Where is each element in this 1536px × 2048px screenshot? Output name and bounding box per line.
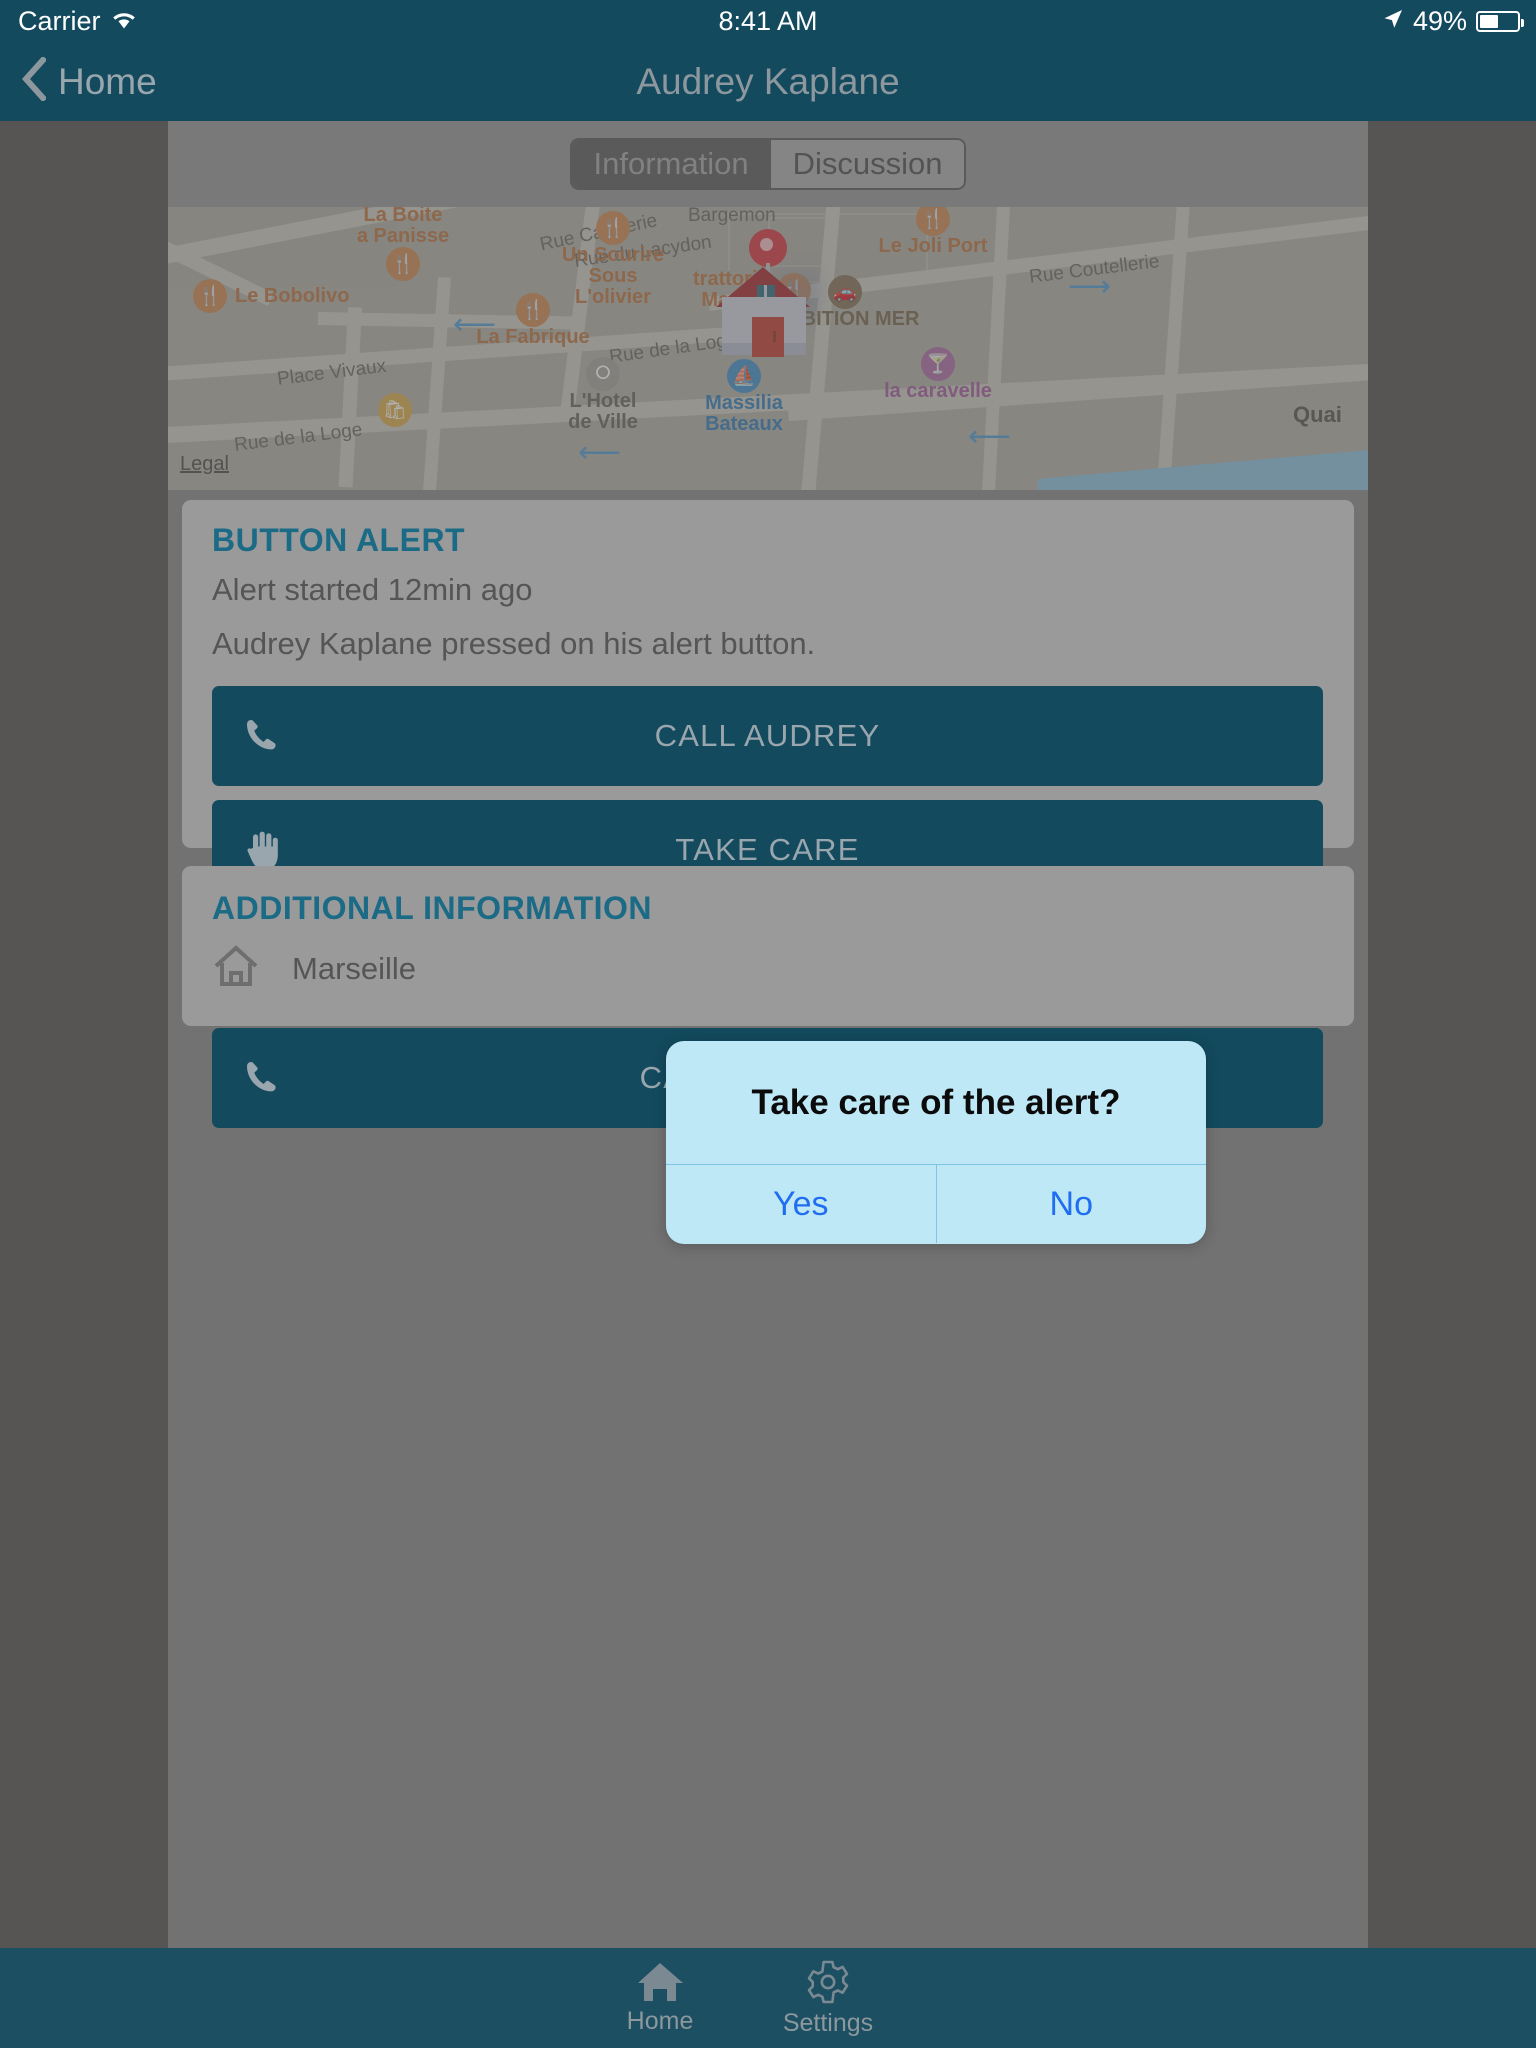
tab-settings[interactable]: Settings xyxy=(744,1948,912,2048)
tab-home[interactable]: Home xyxy=(576,1948,744,2048)
status-bar-right: 49% xyxy=(1382,5,1524,37)
segmented-control[interactable]: Information Discussion xyxy=(569,138,967,190)
dialog-yes-button[interactable]: Yes xyxy=(666,1165,936,1243)
map-poi-label: Massilia Bateaux xyxy=(705,392,783,435)
restaurant-icon: 🍴 xyxy=(916,207,950,236)
tab-settings-label: Settings xyxy=(782,2008,874,2037)
map-view[interactable]: Rue Caisserie Bargemon Rue du Lacydon Ru… xyxy=(168,207,1368,490)
tab-bar: Home Settings xyxy=(0,1948,1536,2048)
street-label: Quai xyxy=(1293,402,1342,427)
call-audrey-label: CALL AUDREY xyxy=(654,718,881,753)
car-icon: 🚗 xyxy=(828,275,862,309)
confirm-dialog: Take care of the alert? Yes No xyxy=(666,1041,1206,1244)
map-poi[interactable]: 🍴 Un Sourire Sous L'olivier xyxy=(538,211,688,308)
home-outline-icon xyxy=(212,944,260,993)
map-poi-label: L'Hotel de Ville xyxy=(568,390,638,433)
map-poi-label: Le Bobolivo xyxy=(235,284,350,307)
shop-icon: 🛍 xyxy=(378,393,412,427)
app-content-panel: Information Discussion Rue Caisserie Bar… xyxy=(168,121,1368,1948)
sailboat-icon: ⛵ xyxy=(727,359,761,393)
map-poi[interactable]: 🍴 Le Bobolivo xyxy=(193,279,349,313)
alert-started-text: Alert started 12min ago xyxy=(212,572,533,607)
call-audrey-button[interactable]: CALL AUDREY xyxy=(212,686,1323,786)
battery-icon xyxy=(1476,10,1524,32)
map-poi-label: Le Joli Port xyxy=(878,235,988,257)
map-water xyxy=(1038,450,1368,490)
direction-arrow-icon: ⟶ xyxy=(1068,270,1112,303)
direction-arrow-icon: ⟵ xyxy=(578,436,622,469)
map-poi[interactable]: 🍴 Le Joli Port xyxy=(868,207,998,257)
phone-icon xyxy=(242,1028,284,1128)
home-filled-icon xyxy=(636,1961,684,2003)
hotel-icon: ⭘ xyxy=(586,357,620,391)
additional-information-card: ADDITIONAL INFORMATION Marseille xyxy=(182,866,1354,1026)
restaurant-icon: 🍴 xyxy=(596,211,630,245)
gear-icon xyxy=(804,1959,852,2005)
info-row: Marseille xyxy=(212,944,416,993)
map-poi-label: La Boite a Panisse xyxy=(356,207,450,247)
map-poi[interactable]: 🛍 xyxy=(378,393,412,427)
map-pin-icon xyxy=(749,229,787,267)
take-care-label: TAKE CARE xyxy=(675,832,860,867)
status-bar: Carrier 8:41 AM 49% xyxy=(0,0,1536,42)
map-poi-label: la caravelle xyxy=(884,380,992,402)
alert-description-text: Audrey Kaplane pressed on his alert butt… xyxy=(212,626,816,661)
location-arrow-icon xyxy=(1382,6,1404,37)
map-poi[interactable]: 🍸 la caravelle xyxy=(868,347,1008,402)
info-card-title: ADDITIONAL INFORMATION xyxy=(212,890,652,926)
restaurant-icon: 🍴 xyxy=(386,247,420,281)
dialog-title: Take care of the alert? xyxy=(666,1041,1206,1165)
alert-card-title: BUTTON ALERT xyxy=(212,522,466,558)
dialog-no-button[interactable]: No xyxy=(935,1165,1207,1243)
street-label: Bargemon xyxy=(688,207,776,226)
alert-card: BUTTON ALERT Alert started 12min ago Aud… xyxy=(182,500,1354,1128)
map-legal-link[interactable]: Legal xyxy=(180,453,229,476)
map-poi[interactable]: ⭘ L'Hotel de Ville xyxy=(543,357,663,433)
battery-percent-label: 49% xyxy=(1412,5,1467,36)
map-poi[interactable]: La Boite a Panisse 🍴 xyxy=(338,207,468,281)
tab-information[interactable]: Information xyxy=(571,140,771,188)
direction-arrow-icon: ⟵ xyxy=(968,420,1012,453)
tab-discussion[interactable]: Discussion xyxy=(770,140,965,188)
tab-home-label: Home xyxy=(626,2006,694,2035)
navigation-bar: Home Audrey Kaplane xyxy=(0,42,1536,121)
home-pin-marker[interactable] xyxy=(713,229,819,359)
dialog-actions: Yes No xyxy=(666,1165,1206,1243)
restaurant-icon: 🍴 xyxy=(193,279,227,313)
phone-icon xyxy=(242,686,284,786)
segment-strip: Information Discussion xyxy=(168,121,1368,207)
info-value: Marseille xyxy=(292,950,417,986)
status-bar-time: 8:41 AM xyxy=(718,5,818,36)
page-title: Audrey Kaplane xyxy=(636,60,900,102)
map-poi[interactable]: ⛵ Massilia Bateaux xyxy=(684,359,804,435)
cocktail-icon: 🍸 xyxy=(921,347,955,381)
map-poi-label: Un Sourire Sous L'olivier xyxy=(561,244,665,308)
map-poi-label: La Fabrique xyxy=(476,326,590,348)
